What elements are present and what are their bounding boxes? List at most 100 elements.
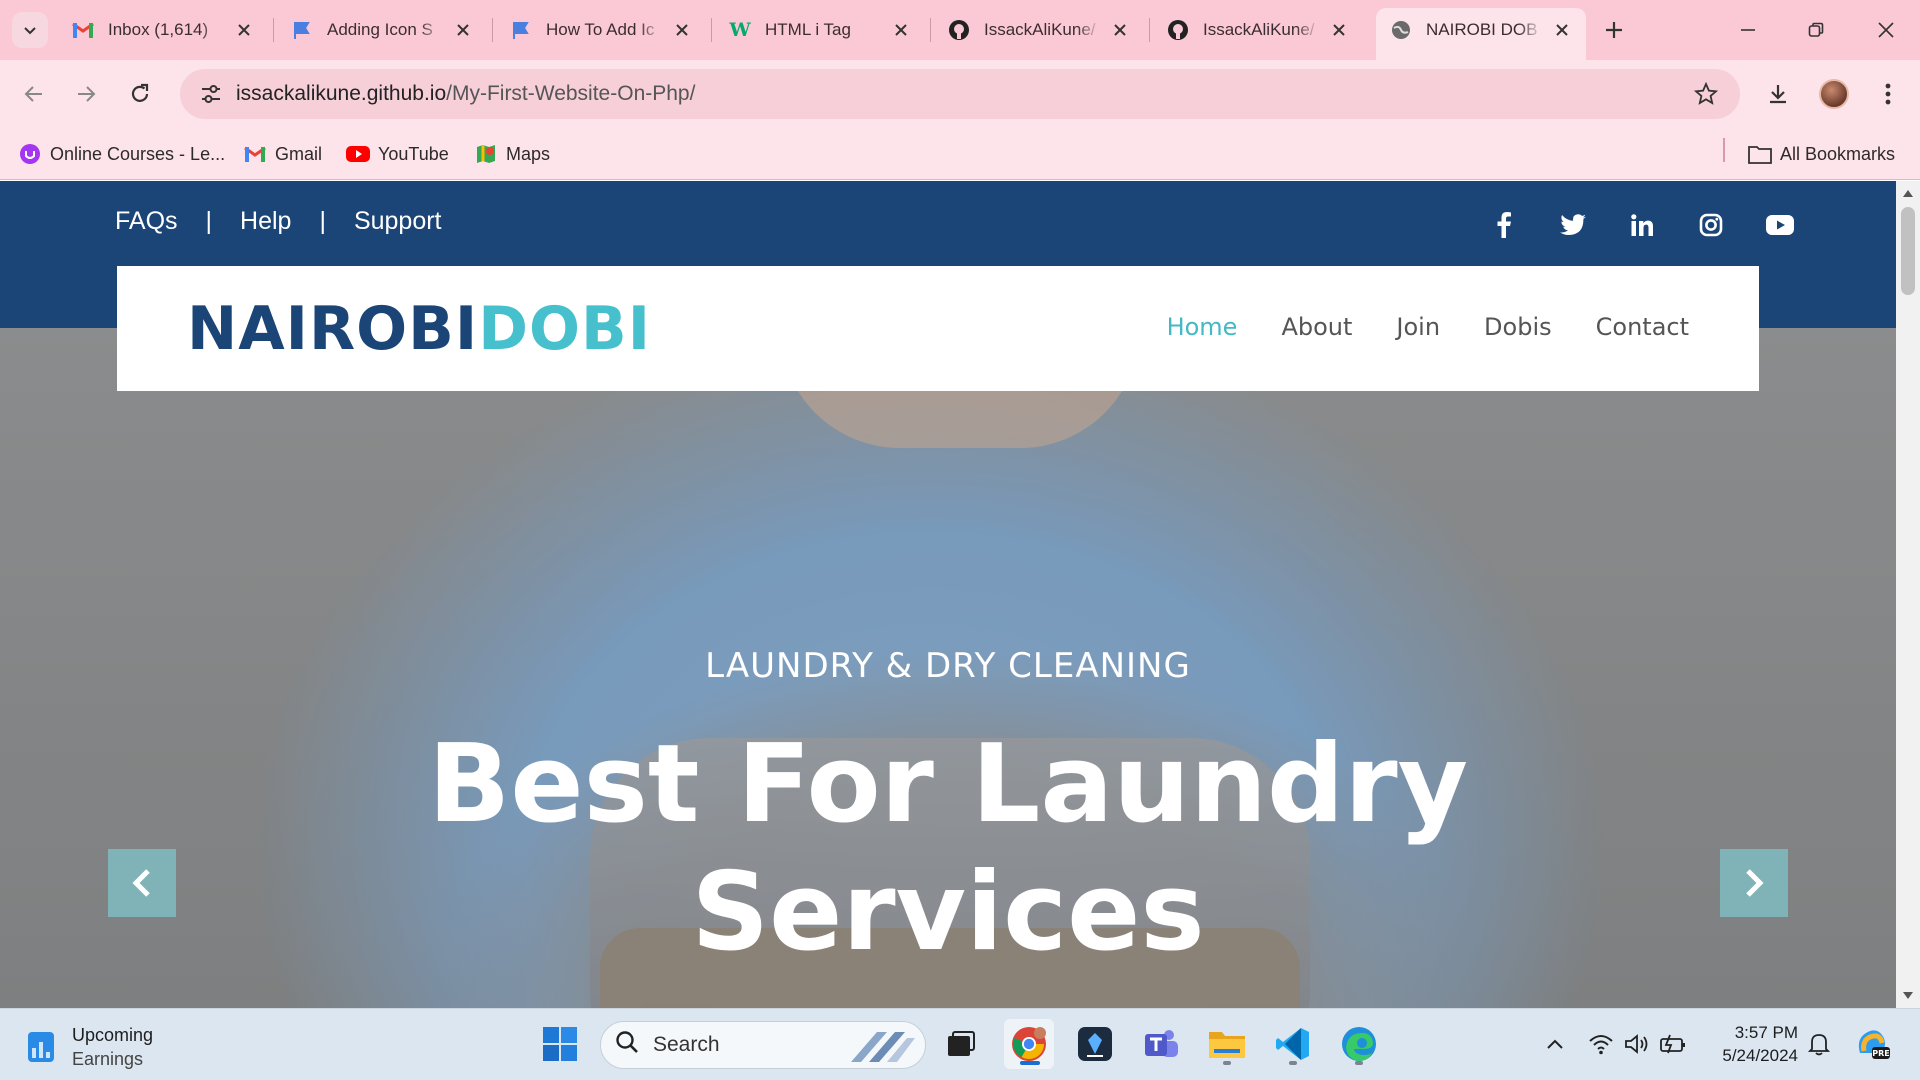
bookmark-online-courses[interactable]: Online Courses - Le... [18,138,225,170]
tab-adding-icon[interactable]: Adding Icon S [277,8,487,52]
reload-icon [131,83,149,102]
tab-title: How To Add Ic [546,20,655,39]
file-explorer-taskbar-button[interactable] [1202,1019,1252,1069]
widgets-button[interactable]: Upcoming Earnings [26,1023,153,1071]
bookmark-star-button[interactable] [1692,80,1720,108]
vscode-taskbar-button[interactable] [1268,1019,1318,1069]
tab-title: IssackAliKune/ [1203,20,1315,39]
nav-contact[interactable]: Contact [1596,313,1689,341]
bookmarks-divider [1723,138,1725,162]
carousel-next-button[interactable] [1720,849,1788,917]
search-icon [615,1030,639,1060]
teams-taskbar-button[interactable] [1136,1019,1186,1069]
tab-divider [711,18,712,42]
page-scrollbar[interactable] [1896,181,1920,1008]
forward-button[interactable] [66,74,106,114]
bookmark-youtube[interactable]: YouTube [346,138,449,170]
youtube-icon[interactable] [1762,207,1798,243]
scroll-thumb[interactable] [1901,207,1915,295]
system-clock[interactable]: 3:57 PM 5/24/2024 [1704,1021,1798,1067]
all-bookmarks-button[interactable]: All Bookmarks [1748,138,1895,170]
clock-date: 5/24/2024 [1722,1046,1798,1065]
nav-home[interactable]: Home [1167,313,1238,341]
tab-github-1[interactable]: IssackAliKune/ [934,8,1144,52]
udemy-icon [18,142,42,166]
minimize-button[interactable] [1720,8,1776,52]
facebook-icon[interactable] [1486,207,1522,243]
running-indicator [1020,1061,1040,1065]
taskbar-search[interactable]: Search [600,1021,926,1069]
running-indicator [1355,1061,1363,1065]
tab-title: HTML i Tag [765,20,851,39]
downloads-button[interactable] [1758,74,1798,114]
battery-button[interactable] [1656,1027,1690,1061]
bookmark-label: Maps [506,143,551,164]
task-view-button[interactable] [936,1019,986,1069]
close-icon[interactable] [451,18,475,42]
chrome-taskbar-button[interactable] [1004,1019,1054,1069]
faqs-link[interactable]: FAQs [115,207,178,236]
nav-about[interactable]: About [1281,313,1352,341]
instagram-icon[interactable] [1693,207,1729,243]
site-info-icon[interactable] [186,69,236,119]
browser-toolbar: issackalikune.github.io/My-First-Website… [0,60,1920,128]
help-link[interactable]: Help [240,207,291,236]
scroll-down-arrow-icon[interactable] [1902,990,1914,1002]
divider: | [205,207,213,235]
carousel-prev-button[interactable] [108,849,176,917]
bookmark-maps[interactable]: Maps [474,138,550,170]
edge-taskbar-button[interactable] [1334,1019,1384,1069]
close-window-button[interactable] [1858,8,1914,52]
tab-nairobi-dobi[interactable]: NAIROBI DOB [1376,8,1586,60]
chrome-icon [1012,1027,1046,1061]
notifications-button[interactable] [1802,1027,1836,1061]
new-tab-button[interactable] [1598,14,1630,46]
pen-app-icon [1078,1027,1112,1061]
tab-github-2[interactable]: IssackAliKune/ [1153,8,1363,52]
app-taskbar-button[interactable] [1070,1019,1120,1069]
tab-how-to-add[interactable]: How To Add Ic [496,8,706,52]
bookmark-gmail[interactable]: Gmail [243,138,322,170]
bell-icon [1808,1034,1830,1056]
back-button[interactable] [14,74,54,114]
hero-title: Best For Laundry Services [0,721,1896,977]
site-navbar: NAIROBIDOBI Home About Join Dobis Contac… [117,266,1759,391]
restore-icon [1808,22,1824,37]
more-vertical-icon [1885,83,1891,105]
close-icon[interactable] [670,18,694,42]
site-logo[interactable]: NAIROBIDOBI [187,294,651,364]
arrow-left-icon [24,86,42,102]
tab-strip: Inbox (1,614) Adding Icon S How To Add I… [0,0,1920,60]
scroll-up-arrow-icon[interactable] [1902,187,1914,199]
address-bar[interactable]: issackalikune.github.io/My-First-Website… [180,69,1740,119]
linkedin-icon[interactable] [1624,207,1660,243]
close-icon[interactable] [1550,18,1574,42]
maps-icon [474,142,498,166]
running-indicator [1223,1061,1231,1065]
teams-icon [1145,1030,1178,1057]
copilot-button[interactable]: PRE [1852,1023,1892,1063]
start-button[interactable] [535,1019,585,1069]
close-icon[interactable] [1108,18,1132,42]
speaker-icon [1625,1034,1648,1054]
close-icon[interactable] [1327,18,1351,42]
tab-search-button[interactable] [12,12,48,48]
twitter-icon[interactable] [1555,207,1591,243]
nav-dobis[interactable]: Dobis [1484,313,1552,341]
nav-join[interactable]: Join [1396,313,1440,341]
support-link[interactable]: Support [354,207,442,236]
close-icon[interactable] [889,18,913,42]
close-icon[interactable] [232,18,256,42]
tab-divider [273,18,274,42]
reload-button[interactable] [120,74,160,114]
show-hidden-icons-button[interactable] [1538,1027,1572,1061]
wifi-button[interactable] [1584,1027,1618,1061]
restore-button[interactable] [1788,8,1844,52]
profile-button[interactable] [1814,74,1854,114]
menu-button[interactable] [1868,74,1908,114]
tab-gmail[interactable]: Inbox (1,614) [58,8,268,52]
volume-button[interactable] [1620,1027,1654,1061]
vscode-icon [1276,1028,1309,1060]
tab-html-i-tag[interactable]: W HTML i Tag [715,8,925,52]
hero-title-line: Services [691,850,1205,975]
